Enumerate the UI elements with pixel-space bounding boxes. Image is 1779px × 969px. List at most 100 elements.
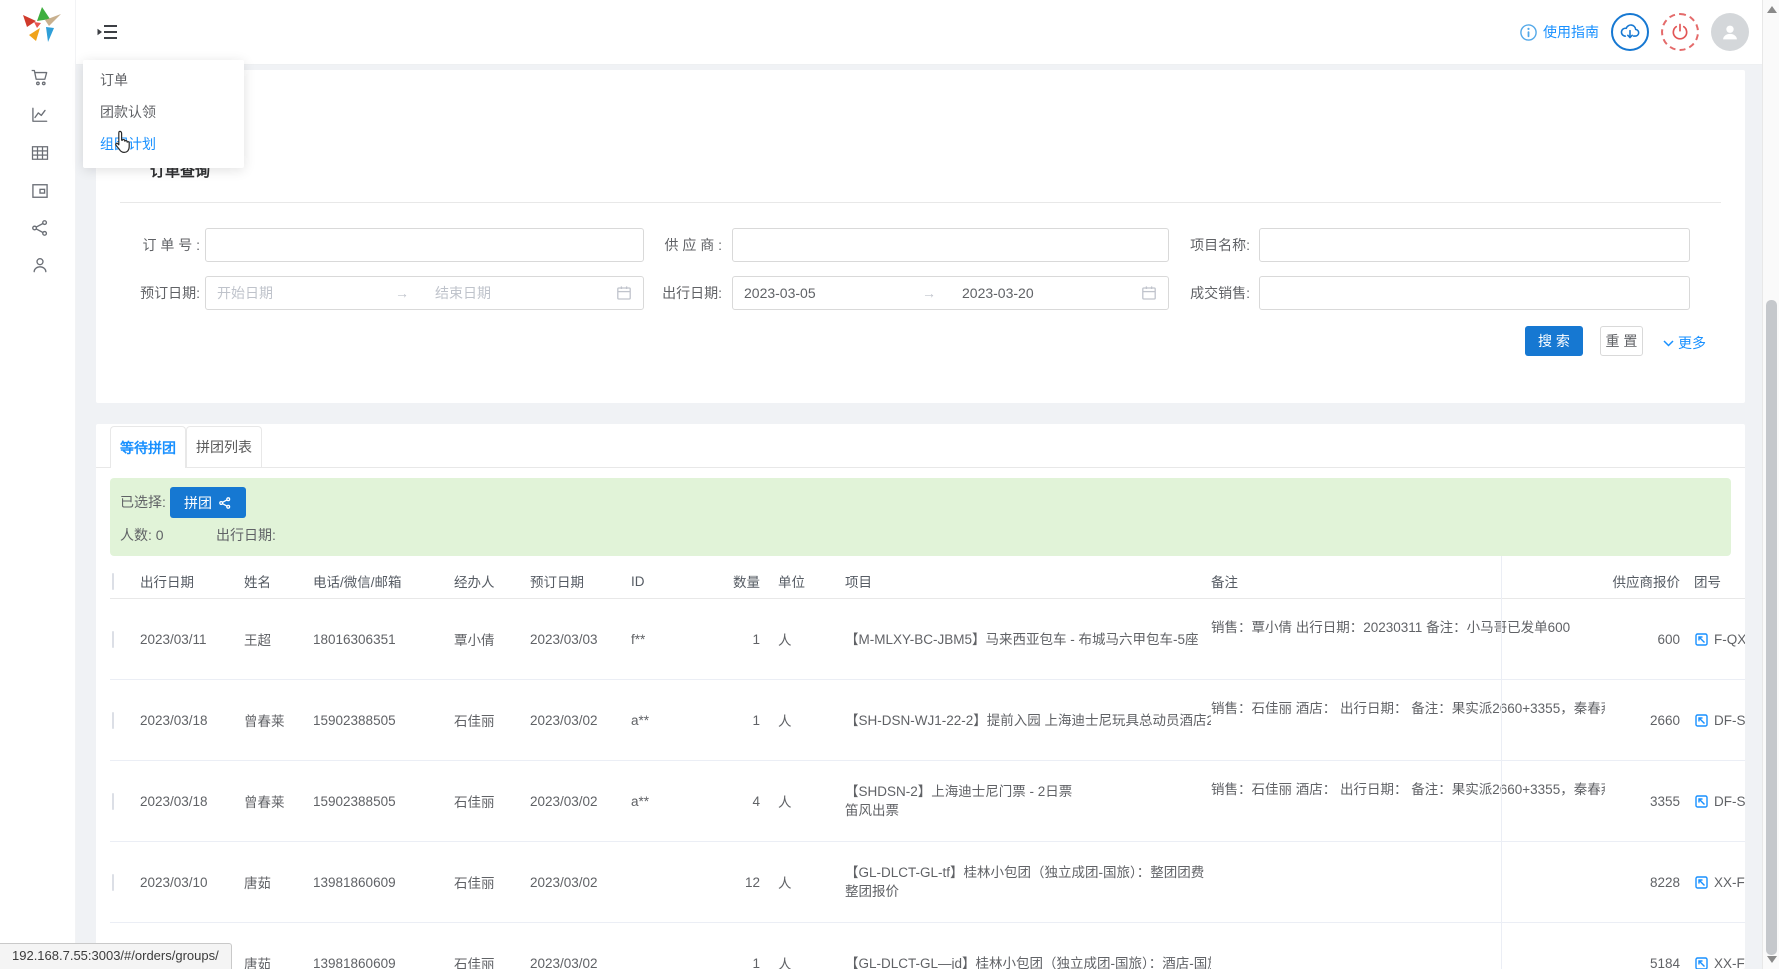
cell-group-no[interactable]: DF-S [1680, 713, 1745, 728]
cell-unit: 人 [778, 953, 845, 969]
order-query-card: 订单查询 订 单 号 : 供 应 商 : 项目名称: 预订日期: 开始日期 → … [96, 70, 1745, 403]
travel-date-range-input[interactable]: 2023-03-05 → 2023-03-20 [732, 276, 1169, 310]
cell-phone: 15902388505 [313, 713, 454, 728]
group-link-icon [1694, 875, 1709, 890]
cell-phone: 18016306351 [313, 632, 454, 647]
select-all-checkbox[interactable] [112, 573, 114, 590]
cell-project: 【SHDSN-2】上海迪士尼门票 - 2日票笛风出票 [845, 782, 1211, 820]
usage-guide-link[interactable]: 使用指南 [1520, 22, 1599, 42]
cloud-download-button[interactable] [1611, 13, 1649, 51]
cell-remark [1211, 923, 1605, 940]
cell-unit: 人 [778, 872, 845, 892]
share-icon [30, 218, 50, 238]
cell-unit: 人 [778, 710, 845, 730]
share-alt-icon [218, 496, 232, 510]
sidebar-item-user[interactable] [30, 255, 50, 275]
row-checkbox[interactable] [112, 874, 114, 891]
group-link-icon [1694, 713, 1709, 728]
sidebar-item-orders[interactable] [30, 68, 50, 88]
usage-guide-label: 使用指南 [1543, 22, 1599, 42]
scrollbar-thumb[interactable] [1766, 300, 1777, 955]
cell-group-no[interactable]: F-QX [1680, 632, 1745, 647]
cell-name: 王超 [244, 629, 313, 649]
vertical-scrollbar[interactable] [1762, 0, 1779, 969]
fixed-column-divider [1501, 556, 1502, 969]
col-name: 姓名 [244, 571, 313, 591]
waiting-group-table: 出行日期 姓名 电话/微信/邮箱 经办人 预订日期 ID 数量 单位 项目 备注… [110, 564, 1745, 969]
menu-item-orders[interactable]: 订单 [83, 64, 244, 96]
info-icon [1520, 24, 1537, 41]
cell-qty: 1 [732, 713, 778, 728]
group-action-button[interactable]: 拼团 [170, 487, 246, 518]
cell-group-no[interactable]: DF-S [1680, 794, 1745, 809]
user-avatar[interactable] [1711, 13, 1749, 51]
cell-agent: 覃小倩 [454, 629, 530, 649]
cell-agent: 石佳丽 [454, 791, 530, 811]
reset-button[interactable]: 重 置 [1600, 326, 1643, 356]
cell-book-date: 2023/03/02 [530, 956, 631, 969]
col-phone: 电话/微信/邮箱 [313, 571, 454, 591]
cell-group-no[interactable]: XX-F [1680, 956, 1745, 969]
cell-name: 唐茹 [244, 953, 313, 969]
sales-input[interactable] [1259, 276, 1690, 310]
cell-name: 曾春莱 [244, 791, 313, 811]
cell-id: a** [631, 794, 732, 809]
book-start-placeholder: 开始日期 [217, 283, 395, 303]
cell-agent: 石佳丽 [454, 953, 530, 969]
group-list-card: 等待拼团 拼团列表 已选择: 拼团 人数: 0 出行日期: 出行日期 姓名 电话… [96, 424, 1745, 969]
power-icon [1670, 22, 1690, 42]
cell-remark: 销售：覃小倩 出行日期：20230311 备注：小马哥已发单600 [1211, 599, 1605, 636]
row-checkbox[interactable] [112, 793, 114, 810]
search-button[interactable]: 搜 索 [1525, 326, 1583, 356]
menu-item-payment-claim[interactable]: 团款认领 [83, 96, 244, 128]
nav-dropdown-menu: 订单 团款认领 组团计划 [83, 60, 244, 168]
book-date-range-input[interactable]: 开始日期 → 结束日期 [205, 276, 644, 310]
tab-waiting-group[interactable]: 等待拼团 [110, 426, 186, 468]
row-checkbox[interactable] [112, 631, 114, 648]
cloud-download-icon [1619, 21, 1641, 43]
sidebar-item-table[interactable] [30, 143, 50, 163]
col-agent: 经办人 [454, 571, 530, 591]
supplier-input[interactable] [732, 228, 1169, 262]
order-no-input[interactable] [205, 228, 644, 262]
menu-fold-icon[interactable] [96, 20, 120, 44]
col-book-date: 预订日期 [530, 571, 631, 591]
sidebar-item-share[interactable] [30, 218, 50, 238]
scroll-down-arrow-icon[interactable] [1767, 956, 1777, 963]
cell-book-date: 2023/03/02 [530, 713, 631, 728]
table-row[interactable]: 2023/03/18 曾春莱 15902388505 石佳丽 2023/03/0… [110, 761, 1745, 842]
group-link-icon [1694, 956, 1709, 969]
project-name-input[interactable] [1259, 228, 1690, 262]
menu-item-group-plan[interactable]: 组团计划 [83, 128, 244, 160]
user-icon [30, 255, 50, 275]
cell-name: 唐茹 [244, 872, 313, 892]
avatar-user-icon [1719, 21, 1741, 43]
cell-book-date: 2023/03/03 [530, 632, 631, 647]
table-row[interactable]: 唐茹 13981860609 石佳丽 2023/03/02 1 人 【GL-DL… [110, 923, 1745, 969]
cell-project: 【GL-DLCT-GL—jd】桂林小包团（独立成团-国旅）：酒店-国旅 [845, 954, 1211, 969]
table-row[interactable]: 2023/03/18 曾春莱 15902388505 石佳丽 2023/03/0… [110, 680, 1745, 761]
layout-icon [30, 181, 50, 201]
cell-remark [1211, 842, 1605, 859]
cell-group-no[interactable]: XX-F [1680, 875, 1745, 890]
cell-qty: 4 [732, 794, 778, 809]
row-checkbox[interactable] [112, 712, 114, 729]
selected-label: 已选择: [120, 487, 166, 518]
chart-icon [30, 105, 50, 125]
cell-price: 2660 [1605, 713, 1680, 728]
table-row[interactable]: 2023/03/10 唐茹 13981860609 石佳丽 2023/03/02… [110, 842, 1745, 923]
cell-travel-date: 2023/03/10 [140, 875, 244, 890]
col-id: ID [631, 574, 732, 589]
logout-power-button[interactable] [1661, 13, 1699, 51]
sidebar-item-stats[interactable] [30, 105, 50, 125]
tab-group-list[interactable]: 拼团列表 [186, 426, 262, 467]
cell-id: f** [631, 632, 732, 647]
scroll-up-arrow-icon[interactable] [1767, 6, 1777, 13]
cell-price: 600 [1605, 632, 1680, 647]
travel-date-label: 出行日期: [627, 276, 722, 310]
cell-book-date: 2023/03/02 [530, 875, 631, 890]
sidebar-item-layout[interactable] [30, 181, 50, 201]
more-toggle[interactable]: 更多 [1663, 333, 1706, 353]
cell-unit: 人 [778, 629, 845, 649]
table-row[interactable]: 2023/03/11 王超 18016306351 覃小倩 2023/03/03… [110, 599, 1745, 680]
